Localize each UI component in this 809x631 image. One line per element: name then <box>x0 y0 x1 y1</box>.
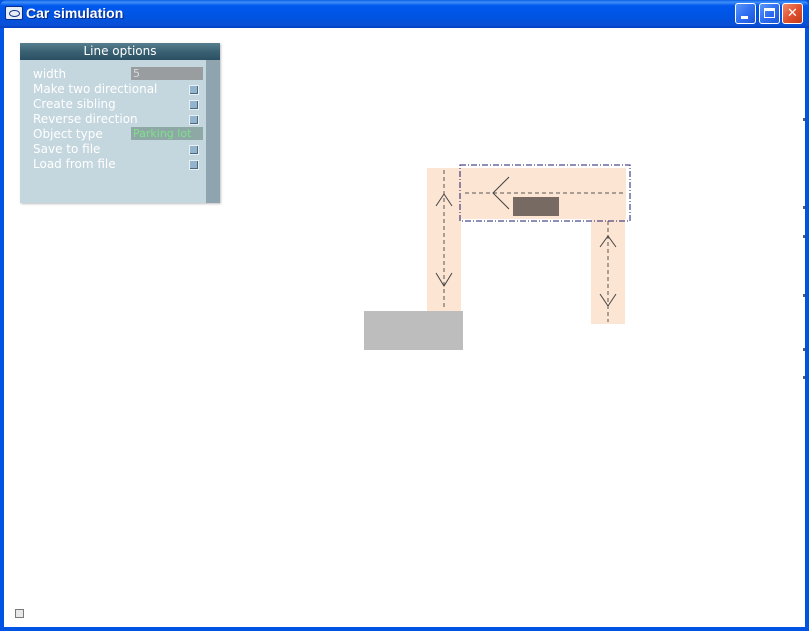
maximize-icon <box>764 8 775 18</box>
edge-mark <box>803 348 805 351</box>
right-edge-marks <box>803 28 805 627</box>
edge-mark <box>803 376 805 379</box>
panel-header[interactable]: Line options <box>20 43 220 60</box>
panel-title: Line options <box>83 44 157 58</box>
panel-scrollbar[interactable] <box>206 60 220 203</box>
edge-mark <box>803 235 805 238</box>
edge-mark <box>803 206 805 209</box>
save-to-file-label: Save to file <box>33 142 101 156</box>
create-sibling-button[interactable] <box>189 100 199 110</box>
create-sibling-label: Create sibling <box>33 97 116 111</box>
make-two-directional-label: Make two directional <box>33 82 158 96</box>
width-input[interactable]: 5 <box>131 67 203 80</box>
width-label: width <box>33 67 67 81</box>
minimize-button[interactable] <box>735 3 756 24</box>
reverse-direction-button[interactable] <box>189 115 199 125</box>
maximize-button[interactable] <box>759 3 780 24</box>
edge-mark <box>803 294 805 297</box>
simulation-canvas[interactable]: Line options width 5 Make two directiona… <box>4 28 805 627</box>
edge-mark <box>803 118 805 121</box>
object-type-label: Object type <box>33 127 103 141</box>
object-type-select[interactable]: Parking lot <box>131 127 203 140</box>
save-to-file-button[interactable] <box>189 145 199 155</box>
reverse-direction-label: Reverse direction <box>33 112 138 126</box>
minimize-icon <box>741 16 748 19</box>
close-button[interactable]: ✕ <box>782 3 803 24</box>
make-two-directional-button[interactable] <box>189 85 199 95</box>
load-from-file-label: Load from file <box>33 157 116 171</box>
load-from-file-button[interactable] <box>189 160 199 170</box>
close-icon: ✕ <box>787 6 798 21</box>
app-window: Car simulation ✕ Line options width 5 Ma… <box>0 0 809 631</box>
window-title: Car simulation <box>26 5 124 21</box>
title-bar[interactable]: Car simulation ✕ <box>0 0 809 28</box>
line-options-panel: Line options width 5 Make two directiona… <box>20 43 220 203</box>
app-icon[interactable] <box>5 6 23 20</box>
building-block[interactable] <box>364 311 463 350</box>
corner-icon[interactable] <box>15 609 24 618</box>
parked-car[interactable] <box>513 197 559 216</box>
